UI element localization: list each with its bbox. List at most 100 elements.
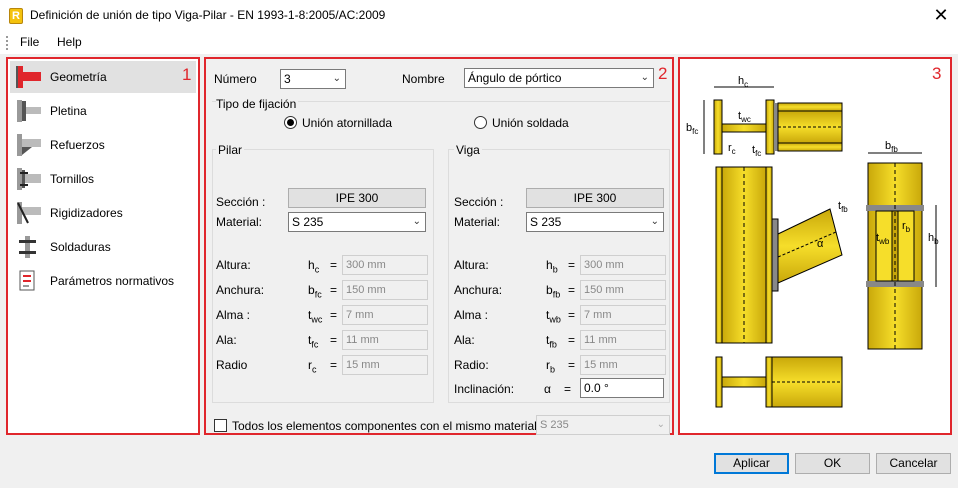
- stiffeners-icon: [14, 201, 42, 225]
- plate-icon: [14, 99, 42, 123]
- apply-button[interactable]: Aplicar: [714, 453, 789, 474]
- inclination-value: 0.0 °: [584, 381, 609, 395]
- code-parameters-icon: [14, 269, 42, 293]
- sidebar-item-label: Refuerzos: [50, 138, 105, 152]
- geometry-form-panel: 2 Número 3 ⌄ Nombre Ángulo de pórtico ⌄ …: [204, 57, 674, 435]
- column-section-detail: [713, 99, 843, 155]
- equals-sign: =: [564, 382, 572, 396]
- pilar-dimension-input[interactable]: 7 mm: [342, 305, 428, 325]
- viga-title: Viga: [454, 143, 482, 157]
- joint-diagram-panel: 3 hc bfc twc rc tfc α bfb tfb twb rb hb: [678, 57, 952, 435]
- viga-row-label: Altura:: [454, 258, 489, 272]
- pilar-section-button[interactable]: IPE 300: [288, 188, 426, 208]
- bolts-icon: [14, 167, 42, 191]
- numero-value: 3: [284, 72, 291, 86]
- ok-button[interactable]: OK: [795, 453, 870, 474]
- pilar-row-symbol: hc: [308, 258, 319, 274]
- twc-label: twc: [738, 110, 751, 124]
- sidebar-item-rigidizadores[interactable]: Rigidizadores: [10, 197, 196, 229]
- viga-row-symbol: rb: [546, 358, 555, 374]
- sidebar-item-refuerzos[interactable]: Refuerzos: [10, 129, 196, 161]
- same-material-checkbox[interactable]: [214, 419, 227, 432]
- bolted-radio[interactable]: [284, 116, 297, 129]
- sidebar-item-label: Parámetros normativos: [50, 274, 175, 288]
- viga-dimension-input[interactable]: 11 mm: [580, 330, 666, 350]
- sidebar-item-label: Soldaduras: [50, 240, 111, 254]
- pilar-dimension-value: 11 mm: [346, 334, 379, 346]
- sidebar-item-pletina[interactable]: Pletina: [10, 95, 196, 127]
- equals-sign: =: [330, 258, 338, 272]
- symbol-subscript: fc: [314, 289, 322, 300]
- pilar-dimension-value: 7 mm: [346, 309, 374, 321]
- pilar-dimension-input[interactable]: 15 mm: [342, 355, 428, 375]
- pilar-section-label: Sección :: [216, 195, 266, 209]
- equals-sign: =: [330, 358, 338, 372]
- close-window-button[interactable]: ✕: [928, 4, 954, 28]
- welded-label: Unión soldada: [492, 116, 569, 130]
- viga-dimension-value: 11 mm: [584, 334, 617, 346]
- chevron-down-icon: ⌄: [650, 216, 659, 227]
- pilar-row-symbol: bfc: [308, 283, 322, 299]
- symbol-subscript: wc: [311, 314, 323, 325]
- symbol-subscript: b: [552, 264, 558, 275]
- sidebar-item-geometria[interactable]: Geometría 1: [10, 61, 196, 93]
- tfb-label: tfb: [838, 200, 848, 214]
- pilar-material-value: S 235: [292, 215, 324, 229]
- symbol-subscript: fb: [552, 289, 561, 300]
- pilar-row-label: Radio: [216, 358, 248, 372]
- sidebar-item-soldaduras[interactable]: Soldaduras: [10, 231, 196, 263]
- chevron-down-icon: ⌄: [412, 216, 421, 227]
- menu-file[interactable]: File: [20, 35, 39, 49]
- viga-section-label: Sección :: [454, 195, 504, 209]
- viga-row-label: Alma :: [454, 308, 489, 322]
- equals-sign: =: [568, 258, 576, 272]
- rc-label: rc: [728, 142, 736, 156]
- inclination-symbol: α: [544, 382, 551, 396]
- sidebar-item-parametros[interactable]: Parámetros normativos: [10, 265, 196, 297]
- equals-sign: =: [568, 358, 576, 372]
- menu-grip-icon: [6, 36, 8, 50]
- viga-dimension-input[interactable]: 150 mm: [580, 280, 666, 300]
- front-view-detail: [866, 152, 924, 350]
- symbol-subscript: fc: [311, 339, 319, 350]
- pilar-dimension-value: 15 mm: [346, 359, 380, 371]
- menu-help[interactable]: Help: [57, 35, 82, 49]
- viga-row-label: Ala:: [454, 333, 475, 347]
- sidebar-item-tornillos[interactable]: Tornillos: [10, 163, 196, 195]
- welded-radio[interactable]: [474, 116, 487, 129]
- bfb-label: bfb: [885, 140, 898, 154]
- symbol-subscript: c: [312, 364, 317, 375]
- symbol-subscript: wb: [549, 314, 561, 325]
- viga-dimension-value: 7 mm: [584, 309, 612, 321]
- viga-material-label: Material:: [454, 215, 501, 229]
- geometry-icon: [14, 65, 42, 89]
- bolted-label: Unión atornillada: [302, 116, 393, 130]
- symbol-base: h: [546, 258, 553, 272]
- equals-sign: =: [330, 308, 338, 322]
- pilar-dimension-input[interactable]: 300 mm: [342, 255, 428, 275]
- viga-dimension-input[interactable]: 15 mm: [580, 355, 666, 375]
- hc-label: hc: [738, 75, 748, 89]
- inclination-input[interactable]: 0.0 °: [580, 378, 664, 398]
- reinforcement-icon: [14, 133, 42, 157]
- equals-sign: =: [568, 333, 576, 347]
- panel-number-1: 1: [182, 65, 192, 84]
- numero-select[interactable]: 3 ⌄: [280, 69, 346, 89]
- pilar-dimension-input[interactable]: 11 mm: [342, 330, 428, 350]
- viga-section-button[interactable]: IPE 300: [526, 188, 664, 208]
- viga-dimension-input[interactable]: 300 mm: [580, 255, 666, 275]
- same-material-select[interactable]: S 235 ⌄: [536, 415, 670, 435]
- cancel-button[interactable]: Cancelar: [876, 453, 951, 474]
- viga-material-select[interactable]: S 235 ⌄: [526, 212, 664, 232]
- pilar-material-select[interactable]: S 235 ⌄: [288, 212, 426, 232]
- bfc-label: bfc: [686, 122, 698, 136]
- viga-dimension-value: 300 mm: [584, 259, 624, 271]
- pilar-dimension-value: 150 mm: [346, 284, 386, 296]
- inclination-label: Inclinación:: [454, 382, 515, 396]
- viga-dimension-input[interactable]: 7 mm: [580, 305, 666, 325]
- same-material-value: S 235: [540, 419, 569, 431]
- viga-row-symbol: hb: [546, 258, 558, 274]
- symbol-base: b: [546, 283, 553, 297]
- nombre-select[interactable]: Ángulo de pórtico ⌄: [464, 68, 654, 88]
- pilar-dimension-input[interactable]: 150 mm: [342, 280, 428, 300]
